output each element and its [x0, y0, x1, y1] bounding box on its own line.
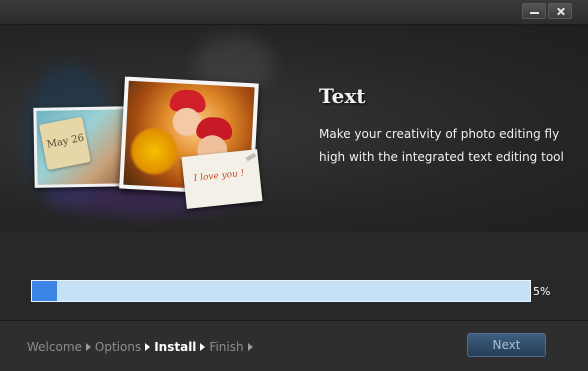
chevron-right-icon: [200, 343, 206, 351]
step-install: Install: [154, 340, 197, 354]
leaves-decoration: [127, 124, 181, 178]
minimize-button[interactable]: [522, 3, 546, 19]
progress-percent: 5%: [533, 285, 551, 298]
minimize-icon: [523, 4, 545, 18]
installer-window: May 26 I love you ! Text Make your creat…: [0, 0, 588, 371]
wizard-footer: Welcome Options Install Finish Next: [0, 320, 588, 371]
step-options: Options: [94, 340, 142, 354]
feature-description: Make your creativity of photo editing fl…: [319, 127, 564, 164]
date-tag: May 26: [38, 116, 91, 171]
chevron-right-icon: [85, 343, 91, 351]
close-button[interactable]: [548, 3, 572, 19]
date-tag-text: May 26: [45, 132, 86, 151]
chevron-right-icon: [145, 343, 151, 351]
feature-illustration: May 26 I love you !: [14, 25, 274, 232]
close-icon: [549, 4, 571, 18]
feature-title: Text: [319, 84, 366, 108]
title-bar: [0, 0, 588, 25]
chevron-right-icon: [247, 343, 253, 351]
progress-bar: [31, 280, 531, 302]
progress-bar-fill: [32, 281, 57, 301]
next-button[interactable]: Next: [467, 333, 546, 357]
step-welcome: Welcome: [27, 340, 82, 354]
step-finish: Finish: [209, 340, 244, 354]
install-progress-section: 5%: [0, 232, 588, 320]
wizard-steps: Welcome Options Install Finish: [27, 340, 257, 354]
love-note-text: I love you !: [193, 168, 245, 184]
feature-banner: May 26 I love you ! Text Make your creat…: [0, 25, 588, 232]
